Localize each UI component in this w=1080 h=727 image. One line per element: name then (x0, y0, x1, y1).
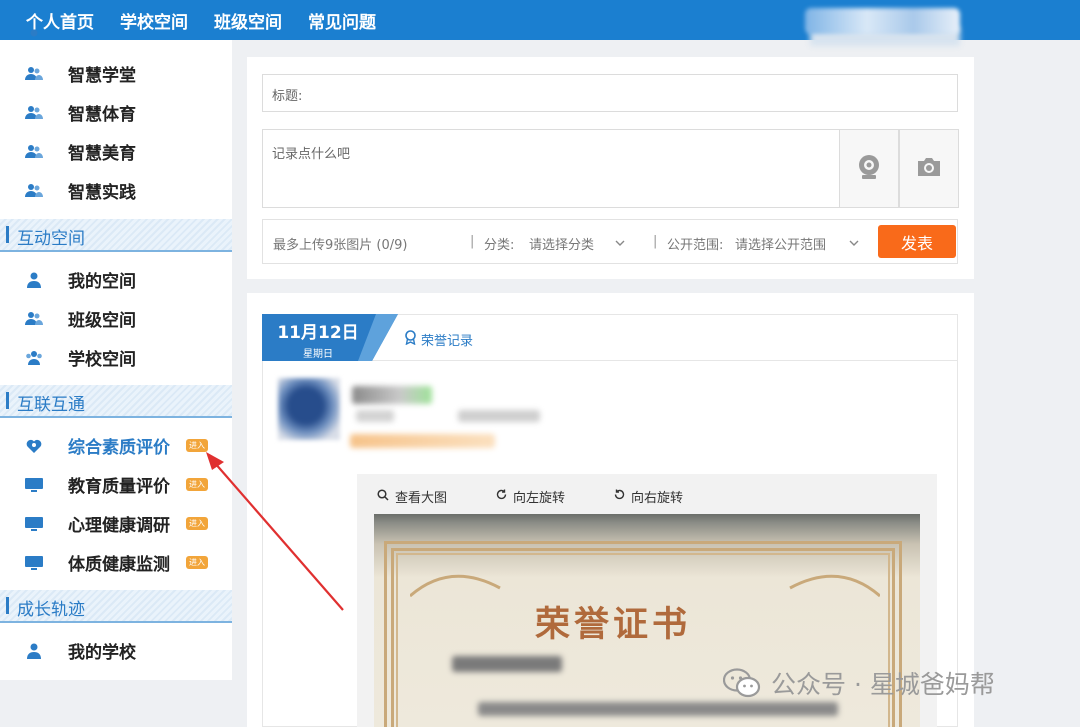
section-accent-bar (6, 597, 9, 614)
date-label: 11月12日 星期日 (262, 318, 374, 360)
section-header-interconnect: 互联互通 (0, 385, 232, 418)
date-weekday: 星期日 (303, 349, 333, 360)
avatar[interactable] (278, 378, 340, 440)
sidebar-item-school-space[interactable]: 学校空间 (0, 338, 232, 377)
certificate-title: 荣誉证书 (535, 604, 692, 645)
blurred-certificate-text (478, 702, 838, 716)
rotate-left-label: 向左旋转 (513, 491, 566, 506)
upload-hint: 最多上传9张图片 (0/9) (273, 238, 408, 253)
photo-upload-button[interactable] (899, 129, 959, 208)
sidebar-item-cut[interactable] (0, 28, 232, 48)
chevron-down-icon[interactable] (615, 236, 625, 251)
sidebar-item-label: 智慧实践 (68, 183, 136, 203)
sidebar-item-label: 我的空间 (68, 272, 136, 292)
sidebar-item-smart-class[interactable]: 智慧学堂 (0, 54, 232, 93)
section-accent-bar (6, 226, 9, 243)
watermark: 公众号 · 星城爸妈帮 (722, 665, 995, 701)
category-label: 分类: (484, 238, 515, 253)
section-header-interactive: 互动空间 (0, 219, 232, 252)
rotate-right-button[interactable]: 向右旋转 (614, 487, 683, 506)
sidebar-item-label: 教育质量评价 (68, 477, 170, 497)
post-button[interactable]: 发表 (878, 225, 956, 258)
tab-honor-label: 荣誉记录 (421, 334, 474, 349)
rotate-left-icon (496, 489, 507, 504)
heart-icon (24, 437, 44, 455)
nav-faq[interactable]: 常见问题 (308, 8, 376, 33)
sidebar-item-label: 学校空间 (68, 350, 136, 370)
section-title: 互动空间 (17, 229, 85, 249)
monitor-icon (24, 554, 44, 572)
sidebar-item-label: 我的学校 (68, 643, 136, 663)
video-upload-button[interactable] (839, 129, 899, 208)
sidebar-item-label: 智慧体育 (68, 105, 136, 125)
rotate-left-button[interactable]: 向左旋转 (496, 487, 565, 506)
sidebar-item-label: 智慧美育 (68, 144, 136, 164)
sidebar-item-smart-practice[interactable]: 智慧实践 (0, 171, 232, 210)
blurred-meta (458, 410, 540, 422)
group-icon (24, 182, 44, 200)
user-icon (24, 642, 44, 660)
sidebar-item-label: 班级空间 (68, 311, 136, 331)
group-icon (24, 143, 44, 161)
sidebar-item-my-space[interactable]: 我的空间 (0, 260, 232, 299)
tab-honor-record[interactable]: 荣誉记录 (404, 330, 473, 349)
sidebar-item-smart-sports[interactable]: 智慧体育 (0, 93, 232, 132)
user-icon (24, 271, 44, 289)
view-large-label: 查看大图 (395, 491, 448, 506)
monitor-icon (24, 476, 44, 494)
sidebar-item-comprehensive-eval[interactable]: 综合素质评价 进入 (0, 426, 232, 465)
group-icon (24, 310, 44, 328)
content-placeholder: 记录点什么吧 (272, 147, 351, 162)
view-large-button[interactable]: 查看大图 (377, 487, 447, 506)
sidebar-item-label: 心理健康调研 (68, 516, 170, 536)
crowd-icon (24, 349, 44, 367)
sidebar-item-label: 综合素质评价 (68, 438, 170, 458)
search-icon (377, 488, 389, 505)
blurred-content (350, 434, 495, 448)
rotate-right-label: 向右旋转 (631, 491, 684, 506)
enter-badge[interactable]: 进入 (186, 556, 208, 569)
sidebar-item-label: 智慧学堂 (68, 66, 136, 86)
blurred-user-info[interactable] (805, 8, 960, 34)
enter-badge[interactable]: 进入 (186, 439, 208, 452)
sidebar-item-smart-arts[interactable]: 智慧美育 (0, 132, 232, 171)
sidebar-item-physical-health[interactable]: 体质健康监测 进入 (0, 543, 232, 582)
scope-select[interactable]: 请选择公开范围 (735, 234, 826, 253)
scope-label: 公开范围: (667, 238, 724, 253)
sidebar-item-my-school[interactable]: 我的学校 (0, 631, 232, 670)
content-textarea[interactable]: 记录点什么吧 (262, 129, 840, 208)
post-options-bar: 最多上传9张图片 (0/9) | 分类: 请选择分类 | 公开范围: 请选择公开… (262, 219, 958, 264)
section-title: 成长轨迹 (17, 600, 85, 620)
section-header-growth: 成长轨迹 (0, 590, 232, 623)
blurred-meta (356, 410, 394, 422)
sidebar-item-label: 体质健康监测 (68, 555, 170, 575)
category-select[interactable]: 请选择分类 (529, 234, 594, 253)
title-input[interactable]: 标题: (262, 74, 958, 112)
enter-badge[interactable]: 进入 (186, 478, 208, 491)
divider: | (470, 234, 475, 249)
watermark-text: 公众号 · 星城爸妈帮 (771, 670, 995, 699)
group-icon (24, 28, 44, 46)
medal-icon (404, 330, 417, 349)
divider: | (653, 234, 658, 249)
wechat-icon (722, 668, 761, 698)
group-icon (24, 65, 44, 83)
section-title: 互联互通 (17, 395, 85, 415)
sidebar-item-education-quality[interactable]: 教育质量评价 进入 (0, 465, 232, 504)
rotate-right-icon (614, 489, 625, 504)
chevron-down-icon[interactable] (849, 236, 859, 251)
date-day: 11月12日 (277, 323, 359, 343)
blurred-username (352, 386, 432, 404)
section-accent-bar (6, 392, 9, 409)
sidebar-item-class-space[interactable]: 班级空间 (0, 299, 232, 338)
title-placeholder: 标题: (272, 89, 303, 104)
blurred-certificate-text (452, 656, 562, 672)
sidebar: 智慧学堂 智慧体育 智慧美育 智慧实践 互动空间 我的空间 班级空间 学校空间 … (0, 29, 232, 680)
webcam-icon (857, 154, 881, 184)
monitor-icon (24, 515, 44, 533)
group-icon (24, 104, 44, 122)
enter-badge[interactable]: 进入 (186, 517, 208, 530)
sidebar-item-mental-health[interactable]: 心理健康调研 进入 (0, 504, 232, 543)
camera-icon (916, 156, 942, 182)
